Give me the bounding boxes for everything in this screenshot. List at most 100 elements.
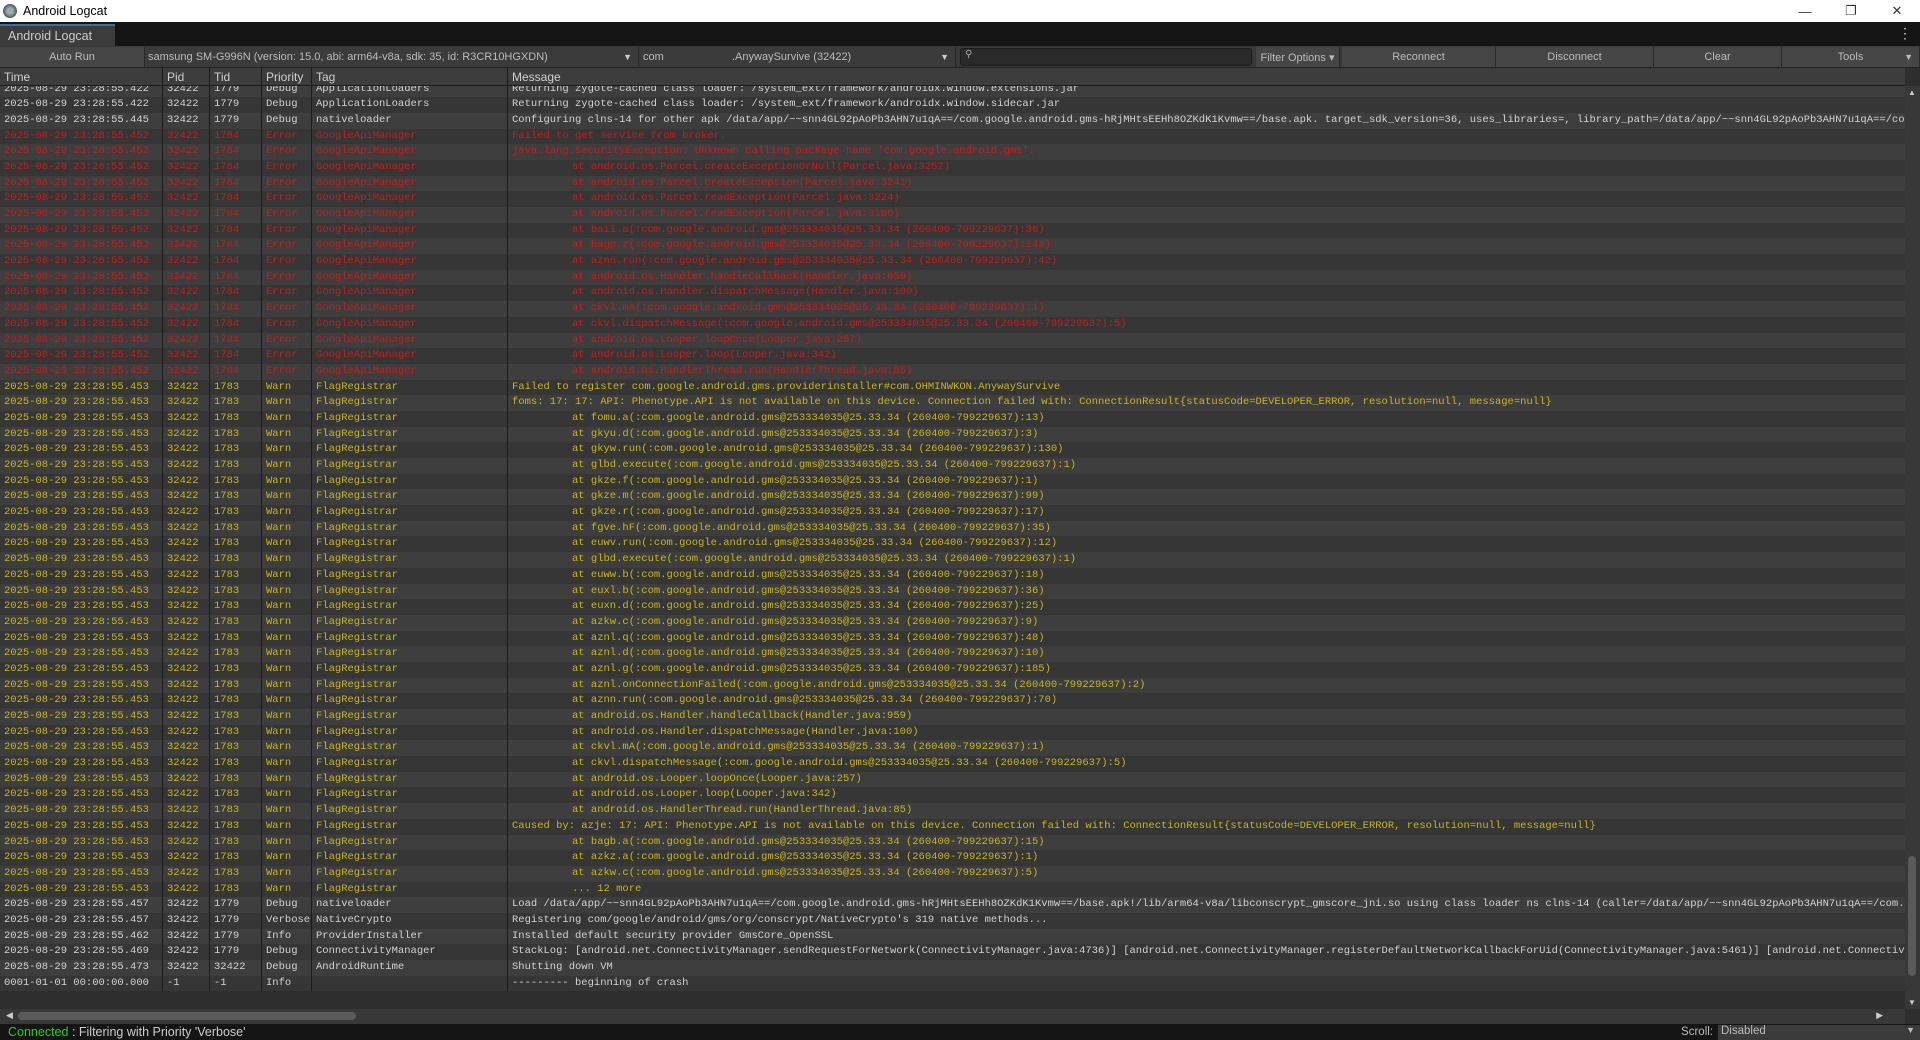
log-row[interactable]: 0001-01-01 00:00:00.000 -1 -1 Info ---------… bbox=[0, 975, 1905, 992]
log-row[interactable]: 2025-08-29 23:28:55.453 32422 1783 Warn Flag… bbox=[0, 693, 1905, 709]
log-row[interactable]: 2025-08-29 23:28:55.453 32422 1783 Warn Flag… bbox=[0, 489, 1905, 506]
log-message: at android.os.Parcel.createException(Par… bbox=[512, 176, 913, 189]
log-row[interactable]: 2025-08-29 23:28:55.453 32422 1783 Warn Flag… bbox=[0, 552, 1905, 568]
tools-dropdown[interactable]: Tools ▼ bbox=[1782, 47, 1920, 67]
log-message: at ckvl.mA(:com.google.android.gms@25333… bbox=[512, 302, 1045, 315]
log-row[interactable]: 2025-08-29 23:28:55.422 32422 1779 Debug App… bbox=[0, 86, 1905, 98]
log-time: 2025-08-29 23:28:55.457 bbox=[0, 897, 163, 913]
log-row[interactable]: 2025-08-29 23:28:55.457 32422 1779 Verbose N… bbox=[0, 912, 1905, 929]
log-row[interactable]: 2025-08-29 23:28:55.453 32422 1783 Warn Flag… bbox=[0, 442, 1905, 458]
disconnect-button[interactable]: Disconnect bbox=[1496, 47, 1654, 67]
log-row[interactable]: 2025-08-29 23:28:55.452 32422 1784 Error Goo… bbox=[0, 128, 1905, 145]
log-message: at fgve.hF(:com.google.android.gms@25333… bbox=[512, 521, 1051, 534]
log-row[interactable]: 2025-08-29 23:28:55.469 32422 1779 Debug Con… bbox=[0, 944, 1905, 960]
log-row[interactable]: 2025-08-29 23:28:55.445 32422 1779 Debug nat… bbox=[0, 112, 1905, 129]
log-row[interactable]: 2025-08-29 23:28:55.453 32422 1783 Warn Flag… bbox=[0, 756, 1905, 772]
log-row[interactable]: 2025-08-29 23:28:55.452 32422 1784 Error Goo… bbox=[0, 332, 1905, 349]
log-row[interactable]: 2025-08-29 23:28:55.453 32422 1783 Warn Flag… bbox=[0, 473, 1905, 490]
log-row[interactable]: 2025-08-29 23:28:55.452 32422 1784 Error Goo… bbox=[0, 207, 1905, 223]
log-row[interactable]: 2025-08-29 23:28:55.453 32422 1783 Warn Flag… bbox=[0, 614, 1905, 631]
log-row[interactable]: 2025-08-29 23:28:55.453 32422 1783 Warn Flag… bbox=[0, 395, 1905, 411]
scroll-label: Scroll: bbox=[1681, 1026, 1713, 1038]
log-row[interactable]: 2025-08-29 23:28:55.453 32422 1783 Warn Flag… bbox=[0, 646, 1905, 662]
log-row[interactable]: 2025-08-29 23:28:55.453 32422 1783 Warn Flag… bbox=[0, 599, 1905, 615]
column-message[interactable]: Message bbox=[508, 68, 1905, 86]
scroll-up-icon[interactable]: ▲ bbox=[1908, 88, 1916, 97]
log-row[interactable]: 2025-08-29 23:28:55.453 32422 1783 Warn Flag… bbox=[0, 661, 1905, 678]
log-row[interactable]: 2025-08-29 23:28:55.453 32422 1783 Warn Flag… bbox=[0, 583, 1905, 600]
log-row[interactable]: 2025-08-29 23:28:55.453 32422 1783 Warn Flag… bbox=[0, 520, 1905, 537]
log-row[interactable]: 2025-08-29 23:28:55.453 32422 1783 Warn Flag… bbox=[0, 630, 1905, 647]
package-dropdown[interactable]: com .AnywaySurvive (32422) ▼ bbox=[640, 47, 956, 67]
scroll-left-icon[interactable]: ◀ bbox=[6, 1010, 13, 1021]
log-row[interactable]: 2025-08-29 23:28:55.453 32422 1783 Warn Flag… bbox=[0, 803, 1905, 819]
log-tid: 1783 bbox=[210, 693, 262, 709]
log-list[interactable]: 2025-08-29 23:28:55.422 32422 1779 Debug App… bbox=[0, 86, 1905, 1009]
log-row[interactable]: 2025-08-29 23:28:55.453 32422 1783 Warn Flag… bbox=[0, 834, 1905, 851]
horizontal-scroll-thumb[interactable] bbox=[18, 1012, 356, 1020]
log-row[interactable]: 2025-08-29 23:28:55.452 32422 1784 Error Goo… bbox=[0, 175, 1905, 192]
log-row[interactable]: 2025-08-29 23:28:55.453 32422 1783 Warn Flag… bbox=[0, 771, 1905, 788]
log-row[interactable]: 2025-08-29 23:28:55.453 32422 1783 Warn Flag… bbox=[0, 740, 1905, 757]
log-row[interactable]: 2025-08-29 23:28:55.453 32422 1783 Warn Flag… bbox=[0, 379, 1905, 396]
log-tid: 1783 bbox=[210, 520, 262, 537]
log-row[interactable]: 2025-08-29 23:28:55.473 32422 32422 Debug An… bbox=[0, 960, 1905, 976]
tab-android-logcat[interactable]: Android Logcat bbox=[0, 24, 115, 46]
auto-run-button[interactable]: Auto Run bbox=[0, 47, 145, 67]
log-row[interactable]: 2025-08-29 23:28:55.453 32422 1783 Warn Flag… bbox=[0, 865, 1905, 882]
log-row[interactable]: 2025-08-29 23:28:55.453 32422 1783 Warn Flag… bbox=[0, 426, 1905, 443]
clear-button[interactable]: Clear bbox=[1654, 47, 1782, 67]
log-row[interactable]: 2025-08-29 23:28:55.453 32422 1783 Warn Flag… bbox=[0, 458, 1905, 474]
log-row[interactable]: 2025-08-29 23:28:55.452 32422 1784 Error Goo… bbox=[0, 159, 1905, 176]
vertical-scrollbar[interactable]: ▲ ▼ bbox=[1905, 86, 1920, 1009]
log-row[interactable]: 2025-08-29 23:28:55.453 32422 1783 Warn Flag… bbox=[0, 677, 1905, 694]
column-tid[interactable]: Tid bbox=[210, 68, 262, 86]
horizontal-scrollbar[interactable]: ◀ ▶ bbox=[0, 1009, 1905, 1024]
log-row[interactable]: 2025-08-29 23:28:55.452 32422 1784 Error Goo… bbox=[0, 238, 1905, 255]
scroll-right-icon[interactable]: ▶ bbox=[1876, 1010, 1883, 1021]
scroll-down-icon[interactable]: ▼ bbox=[1908, 998, 1916, 1007]
column-tag[interactable]: Tag bbox=[312, 68, 508, 86]
log-row[interactable]: 2025-08-29 23:28:55.452 32422 1784 Error Goo… bbox=[0, 301, 1905, 317]
log-row[interactable]: 2025-08-29 23:28:55.453 32422 1783 Warn Flag… bbox=[0, 724, 1905, 741]
log-row[interactable]: 2025-08-29 23:28:55.452 32422 1784 Error Goo… bbox=[0, 144, 1905, 160]
log-row[interactable]: 2025-08-29 23:28:55.452 32422 1784 Error Goo… bbox=[0, 316, 1905, 333]
log-time: 2025-08-29 23:28:55.453 bbox=[0, 787, 163, 804]
log-tid: 1783 bbox=[210, 818, 262, 835]
restore-icon[interactable]: ❐ bbox=[1828, 0, 1874, 22]
log-row[interactable]: 2025-08-29 23:28:55.422 32422 1779 Debug App… bbox=[0, 97, 1905, 113]
log-row[interactable]: 2025-08-29 23:28:55.453 32422 1783 Warn Flag… bbox=[0, 410, 1905, 427]
log-row[interactable]: 2025-08-29 23:28:55.452 32422 1784 Error Goo… bbox=[0, 285, 1905, 302]
column-pid[interactable]: Pid bbox=[163, 68, 210, 86]
log-row[interactable]: 2025-08-29 23:28:55.453 32422 1783 Warn Flag… bbox=[0, 787, 1905, 804]
log-row[interactable]: 2025-08-29 23:28:55.462 32422 1779 Info Prov… bbox=[0, 928, 1905, 945]
log-row[interactable]: 2025-08-29 23:28:55.453 32422 1783 Warn Flag… bbox=[0, 709, 1905, 725]
log-time: 2025-08-29 23:28:55.453 bbox=[0, 756, 163, 772]
log-row[interactable]: 2025-08-29 23:28:55.457 32422 1779 Debug nat… bbox=[0, 897, 1905, 913]
log-row[interactable]: 2025-08-29 23:28:55.452 32422 1784 Error Goo… bbox=[0, 269, 1905, 286]
log-tid: 1783 bbox=[210, 677, 262, 694]
log-row[interactable]: 2025-08-29 23:28:55.453 32422 1783 Warn Flag… bbox=[0, 850, 1905, 866]
log-row[interactable]: 2025-08-29 23:28:55.453 32422 1783 Warn Flag… bbox=[0, 881, 1905, 898]
log-row[interactable]: 2025-08-29 23:28:55.453 32422 1783 Warn Flag… bbox=[0, 567, 1905, 584]
log-tag: ApplicationLoaders bbox=[312, 97, 508, 113]
log-row[interactable]: 2025-08-29 23:28:55.452 32422 1784 Error Goo… bbox=[0, 363, 1905, 380]
filter-options-button[interactable]: Filter Options ▾ bbox=[1256, 47, 1340, 67]
close-icon[interactable]: ✕ bbox=[1874, 0, 1920, 22]
scroll-dropdown[interactable]: Disabled ▼ bbox=[1718, 1024, 1920, 1040]
column-time[interactable]: Time bbox=[0, 68, 163, 86]
column-priority[interactable]: Priority bbox=[262, 68, 312, 86]
log-row[interactable]: 2025-08-29 23:28:55.452 32422 1784 Error Goo… bbox=[0, 254, 1905, 270]
search-input[interactable]: ⚲ bbox=[960, 48, 1252, 66]
reconnect-button[interactable]: Reconnect bbox=[1342, 47, 1496, 67]
minimize-icon[interactable]: — bbox=[1782, 0, 1828, 22]
log-row[interactable]: 2025-08-29 23:28:55.452 32422 1784 Error Goo… bbox=[0, 348, 1905, 364]
log-row[interactable]: 2025-08-29 23:28:55.452 32422 1784 Error Goo… bbox=[0, 222, 1905, 239]
log-row[interactable]: 2025-08-29 23:28:55.453 32422 1783 Warn Flag… bbox=[0, 505, 1905, 521]
more-options-icon[interactable]: ⋮ bbox=[1898, 25, 1912, 42]
log-row[interactable]: 2025-08-29 23:28:55.453 32422 1783 Warn Flag… bbox=[0, 536, 1905, 553]
vertical-scroll-thumb[interactable] bbox=[1908, 856, 1916, 976]
log-row[interactable]: 2025-08-29 23:28:55.453 32422 1783 Warn Flag… bbox=[0, 818, 1905, 835]
device-dropdown[interactable]: samsung SM-G996N (version: 15.0, abi: ar… bbox=[145, 47, 639, 67]
log-row[interactable]: 2025-08-29 23:28:55.452 32422 1784 Error Goo… bbox=[0, 191, 1905, 207]
